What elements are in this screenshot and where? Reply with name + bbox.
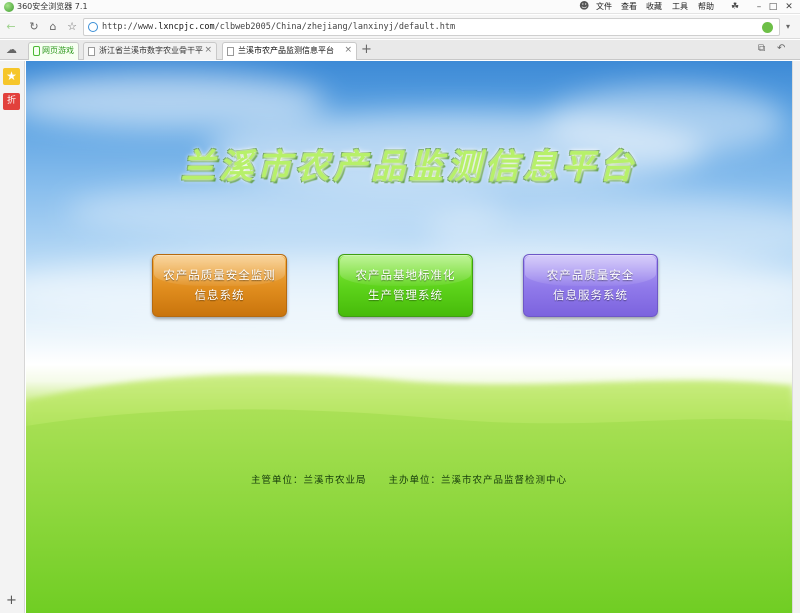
restore-tabs-icon[interactable]: ⧉ bbox=[758, 43, 765, 54]
menu-file[interactable]: 文件 bbox=[596, 1, 612, 13]
app-logo-icon bbox=[4, 2, 14, 12]
page-icon bbox=[88, 47, 95, 56]
tab-label: 浙江省兰溪市数字农业骨干平台 bbox=[99, 46, 204, 55]
user-icon[interactable]: ☻ bbox=[579, 1, 589, 13]
tab-label: 网页游戏 bbox=[42, 46, 74, 55]
refresh-icon[interactable]: ↻ bbox=[26, 19, 42, 35]
page-icon bbox=[227, 47, 234, 56]
home-icon[interactable]: ⌂ bbox=[45, 19, 61, 35]
close-icon[interactable]: ✕ bbox=[778, 0, 800, 14]
tab-close-icon[interactable]: × bbox=[204, 44, 212, 57]
button-label-line1: 农产品基地标准化 bbox=[355, 268, 456, 282]
footer-info: 主管单位：兰溪市农业局 主办单位：兰溪市农产品监督检测中心 bbox=[26, 472, 792, 486]
favorites-icon[interactable]: ★ bbox=[3, 68, 20, 85]
tab-close-icon[interactable]: × bbox=[344, 44, 352, 57]
title-bar: 360安全浏览器 7.1 ☻ 文件 查看 收藏 工具 帮助 ☘ – □ ✕ bbox=[0, 0, 800, 14]
tab-games[interactable]: 网页游戏 bbox=[28, 42, 79, 60]
menu-view[interactable]: 查看 bbox=[621, 1, 637, 13]
information-service-system-button[interactable]: 农产品质量安全 信息服务系统 bbox=[523, 254, 658, 317]
menu-favorites[interactable]: 收藏 bbox=[646, 1, 662, 13]
organizer-text: 主办单位：兰溪市农产品监督检测中心 bbox=[388, 475, 568, 486]
new-tab-icon[interactable]: + bbox=[361, 42, 372, 57]
button-label-line1: 农产品质量安全监测 bbox=[163, 268, 276, 282]
back-icon[interactable]: ← bbox=[3, 19, 19, 35]
skin-icon[interactable]: ☘ bbox=[724, 0, 746, 14]
button-label-line2: 信息系统 bbox=[194, 288, 245, 302]
undo-close-icon[interactable]: ↶ bbox=[777, 43, 785, 54]
button-label-line2: 信息服务系统 bbox=[553, 288, 628, 302]
tab-label: 兰溪市农产品监测信息平台 bbox=[238, 46, 334, 55]
star-icon[interactable]: ☆ bbox=[64, 19, 80, 35]
production-management-system-button[interactable]: 农产品基地标准化 生产管理系统 bbox=[338, 254, 473, 317]
scrollbar[interactable] bbox=[792, 61, 800, 613]
sidebar: ★ 折 + bbox=[0, 61, 25, 613]
phone-icon bbox=[33, 46, 40, 56]
url-text[interactable]: http://www.lxncpjc.com/clbweb2005/China/… bbox=[102, 21, 455, 33]
tab-zhejiang-platform[interactable]: 浙江省兰溪市数字农业骨干平台 × bbox=[83, 42, 217, 60]
tab-lanxi-platform[interactable]: 兰溪市农产品监测信息平台 × bbox=[222, 42, 357, 60]
address-bar: ← ↻ ⌂ ☆ http://www.lxncpjc.com/clbweb200… bbox=[0, 15, 800, 39]
tab-bar: ☁ 网页游戏 浙江省兰溪市数字农业骨干平台 × 兰溪市农产品监测信息平台 × +… bbox=[0, 40, 800, 60]
deal-icon[interactable]: 折 bbox=[3, 93, 20, 110]
button-label-line1: 农产品质量安全 bbox=[546, 268, 635, 282]
quality-monitoring-system-button[interactable]: 农产品质量安全监测 信息系统 bbox=[152, 254, 287, 317]
menu-tools[interactable]: 工具 bbox=[672, 1, 688, 13]
url-input[interactable]: http://www.lxncpjc.com/clbweb2005/China/… bbox=[83, 18, 780, 36]
supervisor-text: 主管单位：兰溪市农业局 bbox=[250, 475, 367, 486]
chevron-down-icon[interactable]: ▾ bbox=[786, 22, 790, 31]
globe-icon bbox=[88, 22, 98, 32]
add-icon[interactable]: + bbox=[6, 594, 17, 608]
site-extension-icon[interactable] bbox=[762, 22, 773, 33]
url-path: /clbweb2005/China/zhejiang/lanxinyj/defa… bbox=[214, 22, 456, 32]
page-title: 兰溪市农产品监测信息平台 bbox=[181, 147, 637, 187]
cloud-icon[interactable]: ☁ bbox=[6, 43, 17, 57]
page-viewport: 兰溪市农产品监测信息平台 农产品质量安全监测 信息系统 农产品基地标准化 生产管… bbox=[26, 61, 792, 613]
menu-help[interactable]: 帮助 bbox=[698, 1, 714, 13]
url-prefix: http://www. bbox=[102, 22, 159, 32]
url-host: lxncpjc.com bbox=[158, 22, 215, 32]
app-title: 360安全浏览器 7.1 bbox=[17, 2, 88, 11]
button-label-line2: 生产管理系统 bbox=[368, 288, 443, 302]
